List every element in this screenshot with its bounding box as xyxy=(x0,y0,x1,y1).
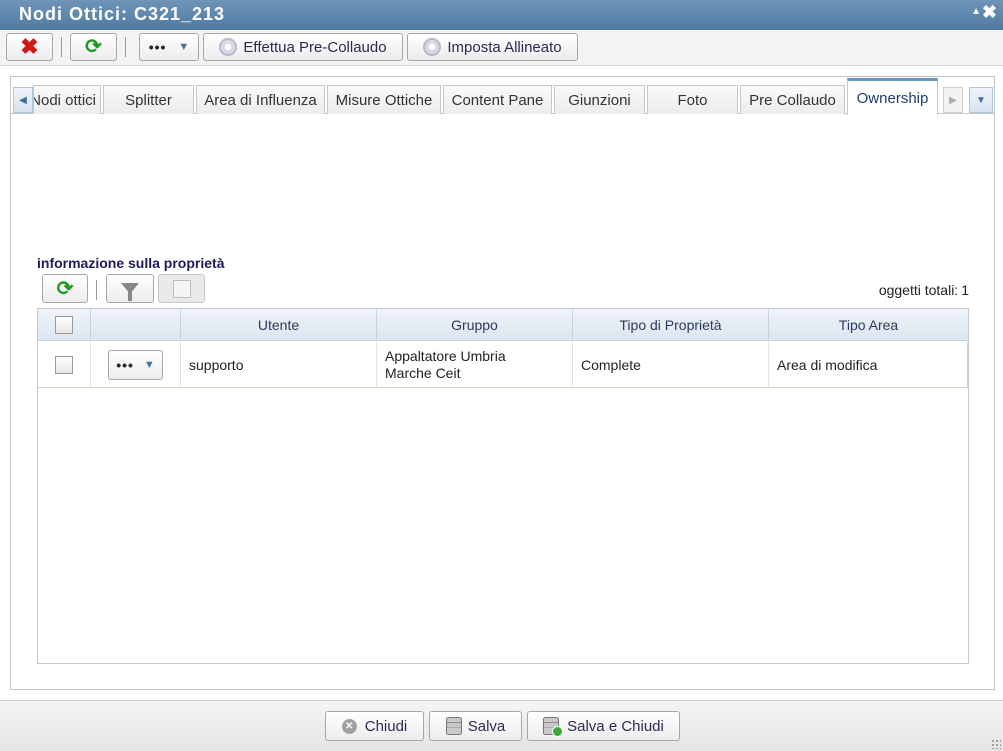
tab-misure-ottiche[interactable]: Misure Ottiche xyxy=(327,85,441,114)
more-actions-dropdown[interactable]: ••• ▼ xyxy=(139,33,199,61)
refresh-button[interactable]: ⟳ xyxy=(70,33,117,61)
row-checkbox[interactable] xyxy=(55,356,73,374)
tab-label: Area di Influenza xyxy=(204,91,317,109)
window-titlebar: Nodi Ottici: C321_213 ▲ ✖ xyxy=(0,0,1003,30)
tab-label: Content Pane xyxy=(451,91,544,109)
delete-icon: ✖ xyxy=(20,34,39,59)
salva-button[interactable]: Salva xyxy=(429,711,522,741)
cell-utente: supporto xyxy=(181,342,377,388)
chevron-down-icon: ▼ xyxy=(143,358,155,371)
section-title: informazione sulla proprietà xyxy=(37,255,225,271)
ownership-grid: Utente Gruppo Tipo di Proprietà Tipo Are… xyxy=(37,308,969,664)
toolbar-separator xyxy=(125,37,126,57)
tab-label: Pre Collaudo xyxy=(749,91,836,109)
main-toolbar: ✖ ⟳ ••• ▼ Effettua Pre-Collaudo Imposta … xyxy=(0,30,1003,66)
tab-content-pane[interactable]: Content Pane xyxy=(443,85,552,114)
window-title: Nodi Ottici: C321_213 xyxy=(19,4,226,24)
salva-chiudi-label: Salva e Chiudi xyxy=(567,717,664,735)
row-select-cell xyxy=(38,342,91,388)
tab-label: Nodi ottici xyxy=(33,91,96,109)
precollaudo-label: Effettua Pre-Collaudo xyxy=(243,38,387,56)
toolbar-separator xyxy=(61,37,62,57)
chiudi-label: Chiudi xyxy=(364,717,408,735)
column-header-gruppo[interactable]: Gruppo xyxy=(377,309,573,341)
tab-menu-icon[interactable]: ▼ xyxy=(969,87,993,113)
imposta-allineato-button[interactable]: Imposta Allineato xyxy=(407,33,578,61)
chevron-down-icon: ▼ xyxy=(178,41,190,53)
column-header-utente[interactable]: Utente xyxy=(181,309,377,341)
grid-refresh-button[interactable]: ⟳ xyxy=(42,274,88,303)
grid-header: Utente Gruppo Tipo di Proprietà Tipo Are… xyxy=(38,309,968,341)
database-save-icon xyxy=(445,717,462,735)
database-save-close-icon xyxy=(543,717,564,737)
header-select-cell xyxy=(38,309,91,341)
total-label: oggetti totali: xyxy=(878,282,959,298)
export-button[interactable] xyxy=(158,274,205,303)
total-value: 1 xyxy=(961,282,969,298)
tab-strip: ◀ Nodi ottici Splitter Area di Influenza… xyxy=(11,77,994,115)
delete-button[interactable]: ✖ xyxy=(6,33,53,61)
dialog-footer: ✕ Chiudi Salva Salva e Chiudi xyxy=(0,700,1003,751)
tab-panel: ◀ Nodi ottici Splitter Area di Influenza… xyxy=(10,76,995,690)
allineato-label: Imposta Allineato xyxy=(447,38,562,56)
cell-gruppo: Appaltatore Umbria Marche Ceit xyxy=(377,342,573,388)
tab-label: Ownership xyxy=(856,89,929,107)
precollaudo-button[interactable]: Effettua Pre-Collaudo xyxy=(203,33,403,61)
header-actions-cell xyxy=(91,309,181,341)
tab-label: Foto xyxy=(677,91,708,109)
row-actions-dropdown[interactable]: ••• ▼ xyxy=(108,350,163,380)
cell-tipo-area: Area di modifica xyxy=(769,342,968,388)
collapse-icon[interactable]: ▲ xyxy=(971,6,981,17)
tab-scroll-right-icon[interactable]: ▶ xyxy=(943,87,963,113)
tab-area-di-influenza[interactable]: Area di Influenza xyxy=(196,85,325,114)
export-icon xyxy=(172,279,191,298)
table-row[interactable]: ••• ▼ supporto Appaltatore Umbria Marche… xyxy=(38,342,968,388)
tab-giunzioni[interactable]: Giunzioni xyxy=(554,85,645,114)
more-icon: ••• xyxy=(148,39,167,55)
tab-label: Giunzioni xyxy=(568,91,631,109)
chiudi-button[interactable]: ✕ Chiudi xyxy=(325,711,424,741)
grid-toolbar: ⟳ oggetti totali: 1 xyxy=(37,272,969,308)
cell-tipo-proprieta: Complete xyxy=(573,342,769,388)
gear-icon xyxy=(219,38,238,56)
close-icon: ✕ xyxy=(341,718,357,734)
tab-foto[interactable]: Foto xyxy=(647,85,738,114)
resize-grip-icon[interactable] xyxy=(991,739,1001,749)
tab-ownership[interactable]: Ownership xyxy=(847,78,938,115)
more-icon: ••• xyxy=(116,356,134,373)
refresh-icon: ⟳ xyxy=(85,36,102,58)
refresh-icon: ⟳ xyxy=(56,277,74,300)
column-header-tipo-proprieta[interactable]: Tipo di Proprietà xyxy=(573,309,769,341)
column-header-tipo-area[interactable]: Tipo Area xyxy=(769,309,968,341)
filter-icon xyxy=(121,283,139,301)
salva-label: Salva xyxy=(467,717,506,735)
select-all-checkbox[interactable] xyxy=(55,316,73,334)
tab-pre-collaudo[interactable]: Pre Collaudo xyxy=(740,85,845,114)
salva-e-chiudi-button[interactable]: Salva e Chiudi xyxy=(527,711,680,741)
tab-nodi-ottici[interactable]: Nodi ottici xyxy=(33,85,101,114)
total-count: oggetti totali: 1 xyxy=(876,282,969,298)
toolbar-separator xyxy=(96,280,97,300)
filter-button[interactable] xyxy=(106,274,154,303)
tab-label: Misure Ottiche xyxy=(335,91,433,109)
row-actions-cell: ••• ▼ xyxy=(91,342,181,388)
tab-scroll-left-icon[interactable]: ◀ xyxy=(13,87,33,113)
tab-splitter[interactable]: Splitter xyxy=(103,85,194,114)
gear-icon xyxy=(423,38,442,56)
window-close-icon[interactable]: ✖ xyxy=(982,2,997,23)
tab-label: Splitter xyxy=(125,91,172,109)
